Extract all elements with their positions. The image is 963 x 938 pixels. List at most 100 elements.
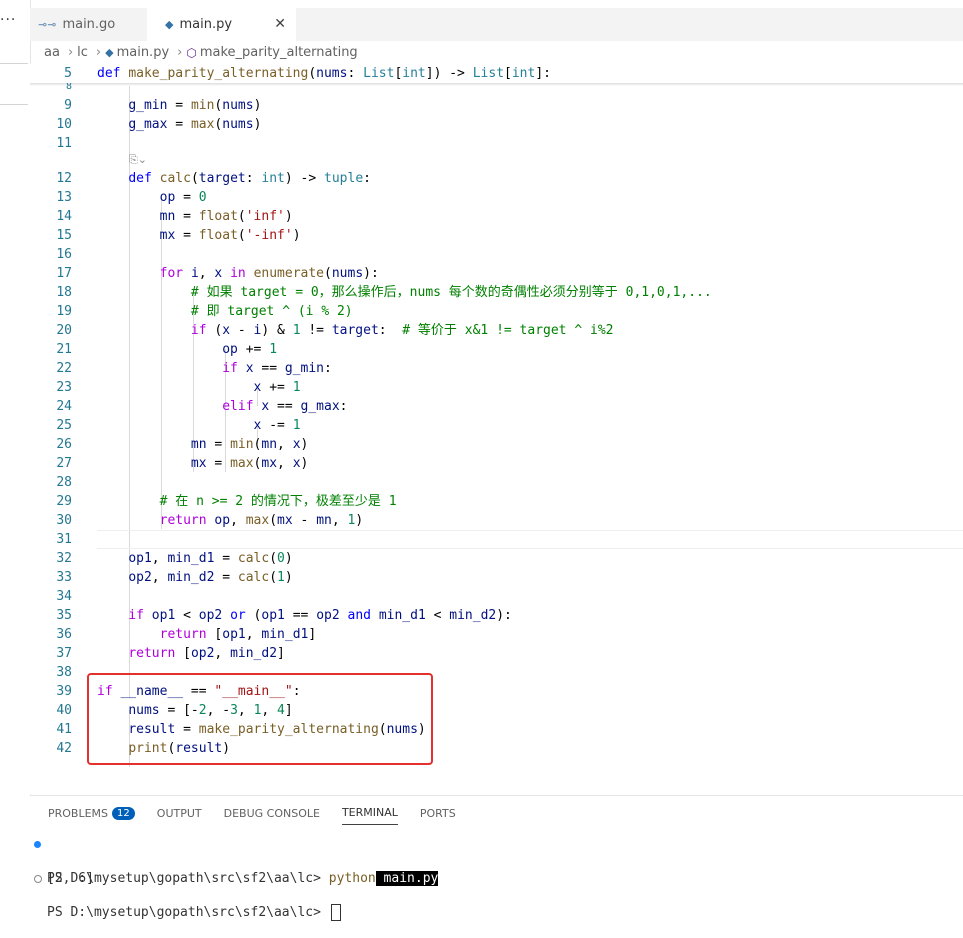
code-text: return op, max(mx - mn, 1) [159, 513, 364, 528]
line-number: 29 [56, 494, 72, 509]
line-number: 41 [56, 722, 72, 737]
code-line[interactable]: 11 [30, 134, 963, 153]
code-line[interactable]: 30 return op, max(mx - mn, 1) [30, 511, 963, 530]
line-number: 19 [56, 304, 72, 319]
code-line[interactable]: 27 mx = max(mx, x) [30, 454, 963, 473]
chevron-right-icon: › [95, 45, 102, 60]
editor-tabs: ⊸⊸ main.go ◆ main.py ✕ [30, 8, 963, 41]
code-line[interactable]: 13 op = 0 [30, 188, 963, 207]
line-number: 25 [56, 418, 72, 433]
code-line[interactable]: 34 [30, 587, 963, 606]
code-line[interactable]: 23 x += 1 [30, 378, 963, 397]
tab-debug-console[interactable]: DEBUG CONSOLE [224, 806, 320, 825]
breadcrumb-item[interactable]: aa [44, 45, 60, 60]
code-text: # 如果 target = 0，那么操作后，nums 每个数的奇偶性必须分别等于… [190, 285, 712, 300]
line-number: 26 [56, 437, 72, 452]
code-line[interactable]: 25 x -= 1 [30, 416, 963, 435]
tab-main-py[interactable]: ◆ main.py ✕ [147, 8, 296, 41]
chevron-right-icon: › [177, 45, 183, 60]
code-line[interactable]: 20 if (x - i) & 1 != target: # 等价于 x&1 !… [30, 321, 963, 340]
code-text: op2, min_d2 = calc(1) [128, 570, 293, 585]
tab-label: main.go [62, 17, 116, 32]
code-text: x += 1 [253, 380, 301, 395]
tab-ports[interactable]: PORTS [420, 806, 456, 825]
tab-label: DEBUG CONSOLE [223, 806, 320, 820]
code-line[interactable]: 28 [30, 473, 963, 492]
code-line[interactable]: 5 def make_parity_alternating(nums: List[… [30, 64, 963, 83]
command-success-icon[interactable] [34, 841, 41, 848]
command-pending-icon [34, 875, 42, 883]
terminal-line: PS D:\mysetup\gopath\src\sf2\aa\lc> pyth… [30, 836, 439, 886]
line-number: 31 [56, 532, 72, 547]
code-text: g_min = min(nums) [128, 98, 262, 113]
line-number: 40 [56, 703, 72, 718]
tab-label: main.py [179, 17, 233, 32]
terminal[interactable]: PS D:\mysetup\gopath\src\sf2\aa\lc> pyth… [30, 836, 439, 921]
code-line[interactable]: 24 elif x == g_max: [30, 397, 963, 416]
more-icon[interactable]: ··· [0, 12, 16, 28]
code-line[interactable]: 19 # 即 target ^ (i % 2) [30, 302, 963, 321]
code-line[interactable]: 8 [30, 83, 963, 91]
terminal-command: python [328, 871, 376, 886]
code-line[interactable]: 16 [30, 245, 963, 264]
line-number: 36 [56, 627, 72, 642]
code-line[interactable]: 36 return [op1, min_d1] [30, 625, 963, 644]
line-number: 35 [56, 608, 72, 623]
code-line[interactable]: 10 g_max = max(nums) [30, 115, 963, 134]
chevron-right-icon: › [67, 45, 74, 60]
code-text: return [op1, min_d1] [159, 627, 317, 642]
line-number: 13 [56, 190, 72, 205]
code-text: def make_parity_alternating(nums: List[i… [97, 66, 551, 81]
code-text: mx = max(mx, x) [190, 456, 309, 471]
line-number: 11 [56, 136, 72, 151]
line-number: 16 [56, 247, 72, 262]
code-text: op1, min_d1 = calc(0) [128, 551, 293, 566]
code-text: def calc(target: int) -> tuple: [128, 171, 371, 186]
highlight-annotation-box [87, 673, 433, 765]
tab-terminal[interactable]: TERMINAL [341, 806, 398, 825]
code-text: return [op2, min_d2] [128, 646, 285, 661]
code-line[interactable]: 18 # 如果 target = 0，那么操作后，nums 每个数的奇偶性必须分… [30, 283, 963, 302]
activity-strip: ··· [0, 0, 31, 916]
code-line[interactable]: 26 mn = min(mn, x) [30, 435, 963, 454]
line-number: 12 [56, 171, 72, 186]
code-text: if x == g_min: [222, 361, 332, 376]
code-text: mx = float('-inf') [159, 228, 301, 243]
go-file-icon: ⊸⊸ [38, 18, 57, 31]
divider [0, 63, 28, 64]
code-text: if op1 < op2 or (op1 == op2 and min_d1 <… [128, 608, 512, 623]
method-symbol-icon: ⬡ [186, 45, 197, 60]
breadcrumb-item[interactable]: make_parity_alternating [200, 45, 358, 60]
code-line[interactable]: 14 mn = float('inf') [30, 207, 963, 226]
code-line[interactable]: 33 op2, min_d2 = calc(1) [30, 568, 963, 587]
tab-output[interactable]: OUTPUT [157, 806, 202, 825]
breadcrumb-item[interactable]: main.py [117, 45, 170, 60]
code-line[interactable]: 21 op += 1 [30, 340, 963, 359]
python-file-icon: ◆ [105, 46, 114, 59]
code-line[interactable]: 29 # 在 n >= 2 的情况下，极差至少是 1 [30, 492, 963, 511]
code-text: elif x == g_max: [222, 399, 348, 414]
code-line[interactable]: 32 op1, min_d1 = calc(0) [30, 549, 963, 568]
code-line[interactable]: 12 def calc(target: int) -> tuple: [30, 169, 963, 188]
line-number: 17 [56, 266, 72, 281]
code-line[interactable]: 31 [30, 530, 963, 549]
bottom-panel: PROBLEMS 12 OUTPUT DEBUG CONSOLE TERMINA… [30, 795, 963, 921]
codelens-icon[interactable]: ⎘⌄ [129, 153, 147, 167]
code-line[interactable]: 35 if op1 < op2 or (op1 == op2 and min_d… [30, 606, 963, 625]
terminal-line: PS D:\mysetup\gopath\src\sf2\aa\lc> [30, 870, 341, 921]
close-icon[interactable]: ✕ [274, 16, 286, 32]
code-line[interactable]: 9 g_min = min(nums) [30, 96, 963, 115]
breadcrumb-item[interactable]: lc [77, 45, 88, 60]
tab-label: PORTS [419, 806, 456, 820]
tab-problems[interactable]: PROBLEMS 12 [48, 806, 135, 825]
terminal-argument: main.py [375, 871, 439, 886]
python-file-icon: ◆ [165, 18, 174, 31]
code-line[interactable]: 22 if x == g_min: [30, 359, 963, 378]
code-text: op = 0 [159, 190, 207, 205]
line-number: 22 [56, 361, 72, 376]
tab-main-go[interactable]: ⊸⊸ main.go [30, 8, 156, 41]
code-line[interactable]: 37 return [op2, min_d2] [30, 644, 963, 663]
code-line[interactable]: 15 mx = float('-inf') [30, 226, 963, 245]
code-line[interactable]: 17 for i, x in enumerate(nums): [30, 264, 963, 283]
line-number: 33 [56, 570, 72, 585]
